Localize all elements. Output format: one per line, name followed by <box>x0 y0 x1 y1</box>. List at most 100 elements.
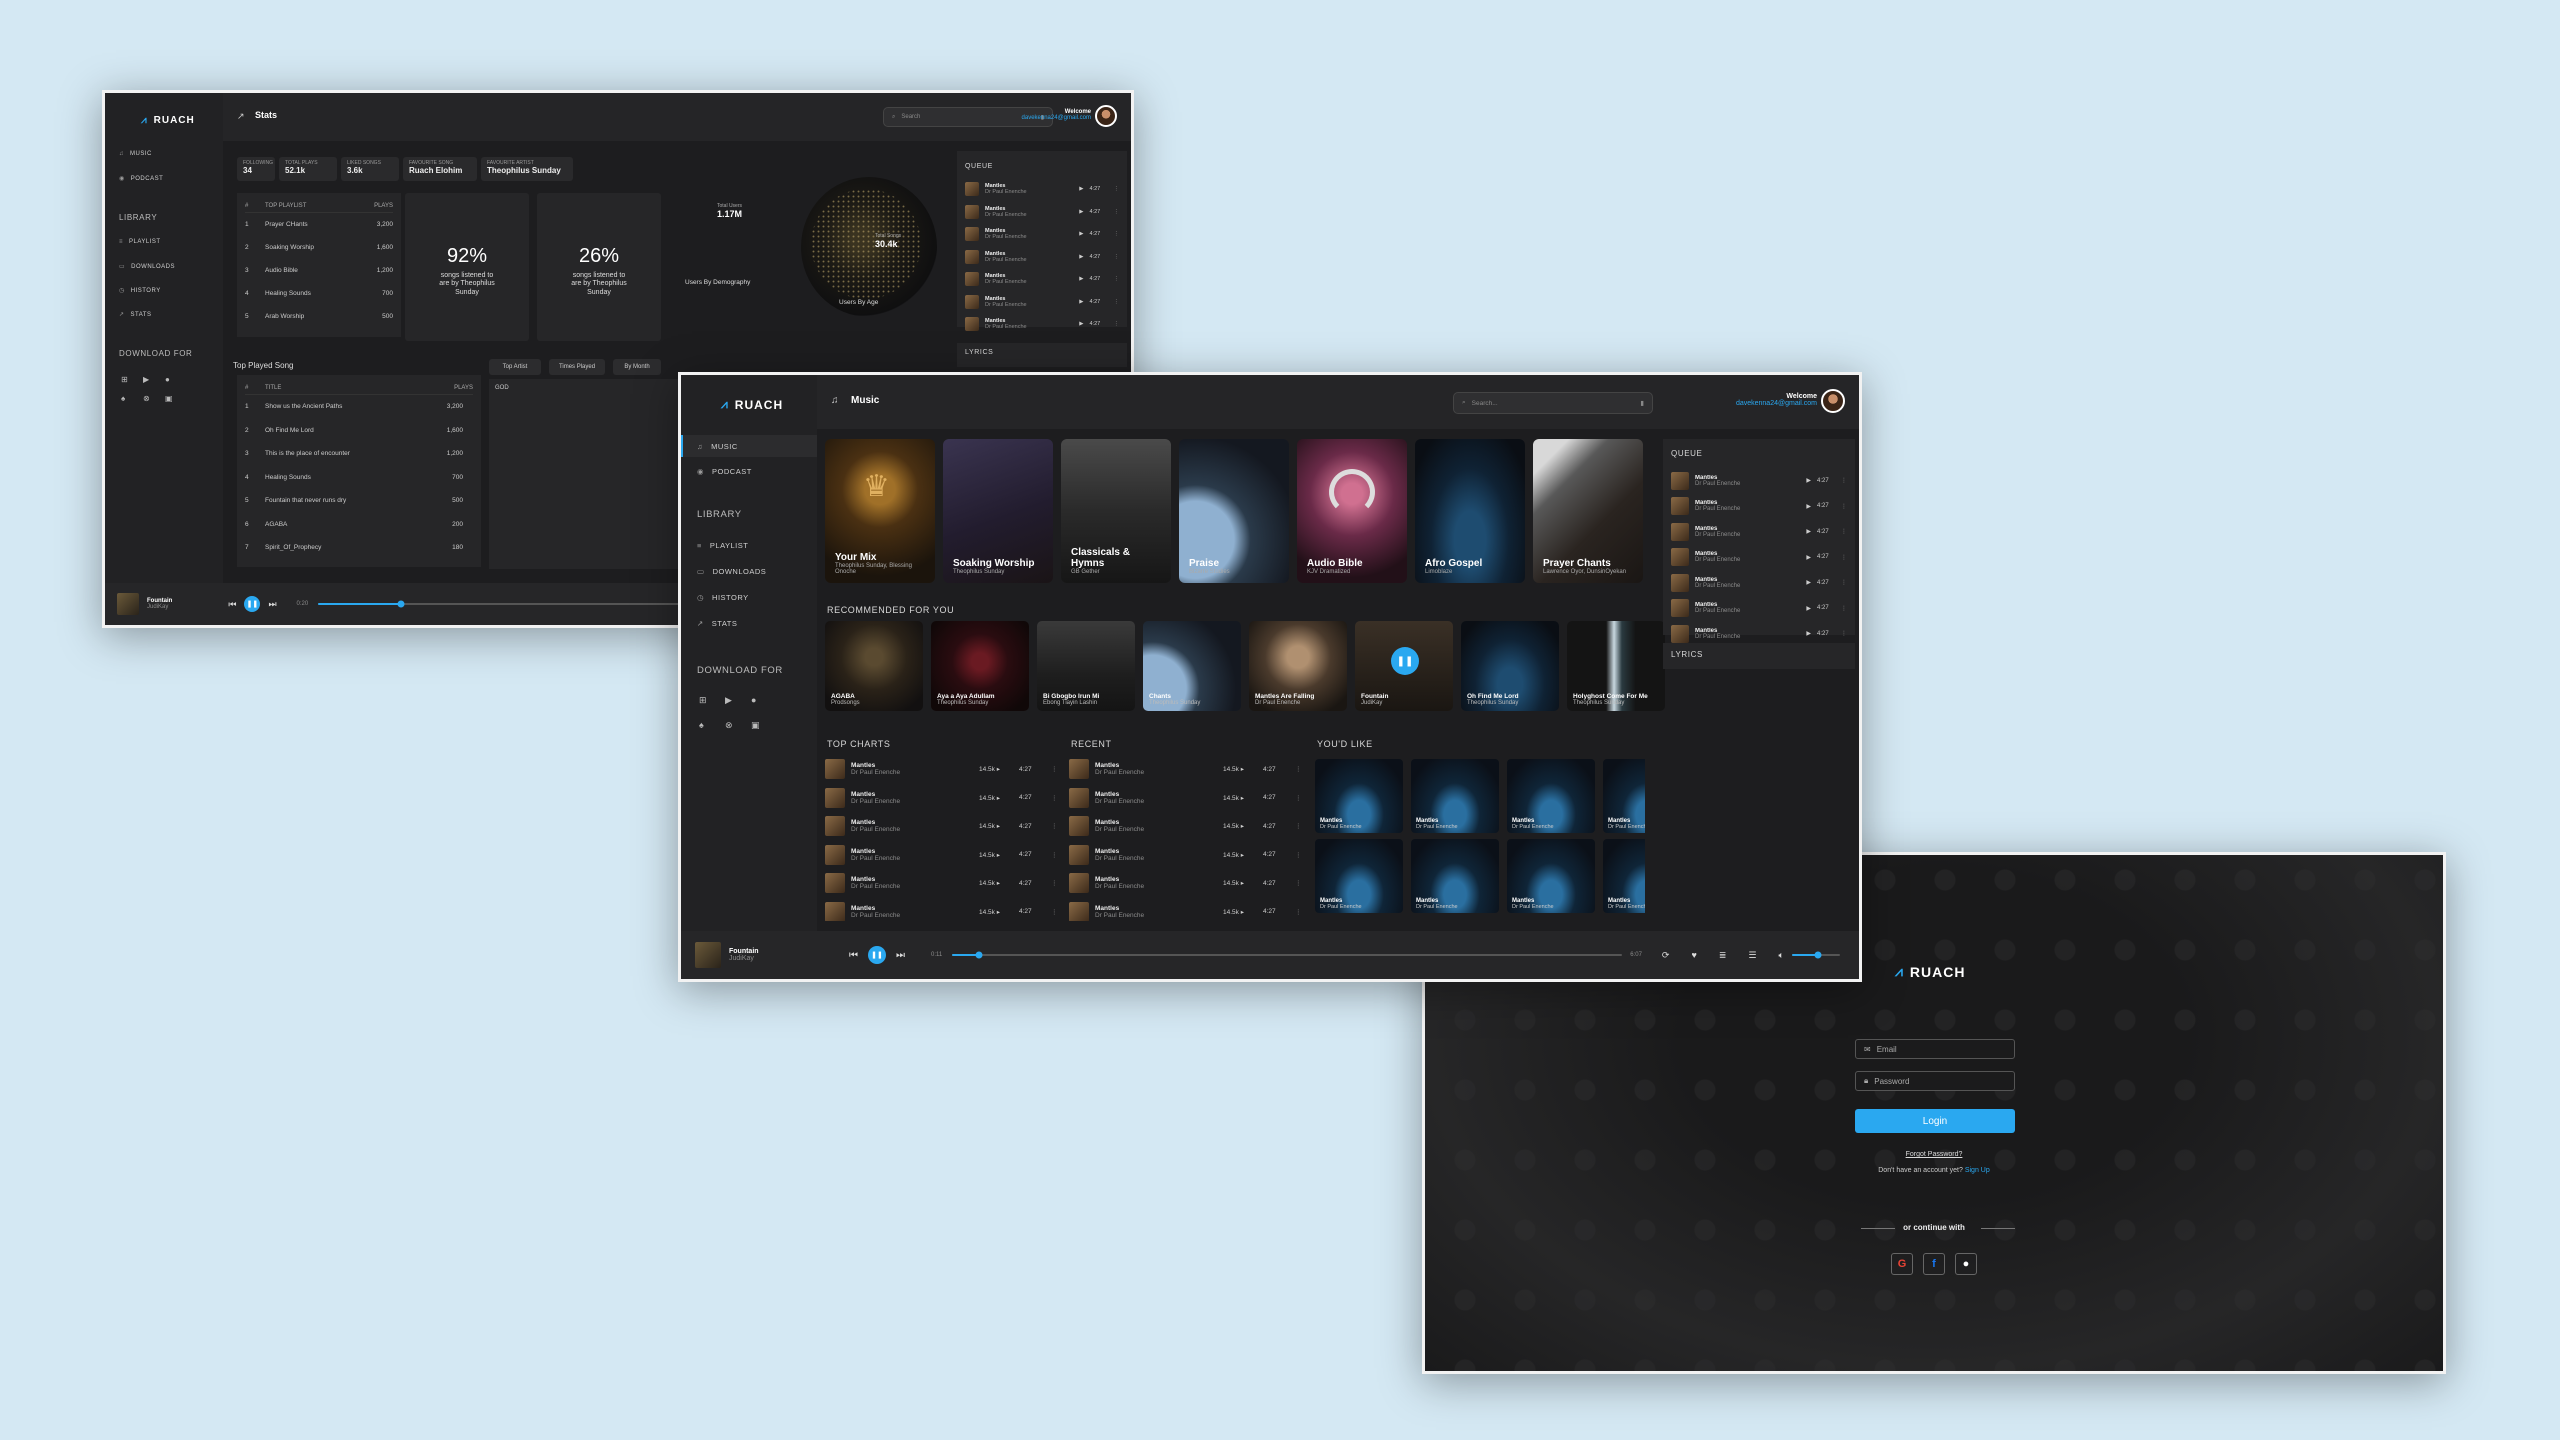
password-field[interactable]: 🔒︎ Password <box>1855 1071 2015 1091</box>
more-icon[interactable]: ⋮ <box>1841 503 1847 510</box>
brand-logo[interactable]: ⩘ RUACH <box>141 115 195 126</box>
xbox-icon[interactable]: ⊗ <box>725 720 751 731</box>
nav-playlist[interactable]: ≡ PLAYLIST <box>119 239 161 245</box>
table-row[interactable]: 5 Arab Worship 500 <box>245 305 393 328</box>
apple-icon[interactable]: ● <box>165 375 187 384</box>
more-icon[interactable]: ⋮ <box>1114 276 1120 282</box>
track-row[interactable]: Mantles Dr Paul Enenche 14.5k ▸ 4:27 ⋮ <box>825 900 1061 921</box>
playlist-card[interactable]: Soaking Worship Theophilus Sunday <box>943 439 1053 583</box>
track-row[interactable]: Mantles Dr Paul Enenche 14.5k ▸ 4:27 ⋮ <box>1069 900 1305 921</box>
more-icon[interactable]: ⋮ <box>1295 794 1305 802</box>
play-icon[interactable]: ▶ <box>1079 321 1083 327</box>
recommended-card[interactable]: Oh Find Me Lord Theophilus Sunday <box>1461 621 1559 711</box>
tab-by-month[interactable]: By Month <box>613 359 661 375</box>
queue-row[interactable]: Mantles Dr Paul Enenche ▶ 4:27 ⋮ <box>1671 570 1847 596</box>
track-row[interactable]: Mantles Dr Paul Enenche 14.5k ▸ 4:27 ⋮ <box>825 814 1061 838</box>
queue-row[interactable]: Mantles Dr Paul Enenche ▶ 4:27 ⋮ <box>965 178 1119 201</box>
table-row[interactable]: 3 This is the place of encounter 1,200 <box>245 442 473 466</box>
track-row[interactable]: Mantles Dr Paul Enenche 14.5k ▸ 4:27 ⋮ <box>1069 871 1305 895</box>
queue-row[interactable]: Mantles Dr Paul Enenche ▶ 4:27 ⋮ <box>1671 468 1847 494</box>
windows-icon[interactable]: ⊞ <box>121 375 143 384</box>
google-play-icon[interactable]: ▶ <box>143 375 165 384</box>
more-icon[interactable]: ⋮ <box>1841 605 1847 612</box>
queue-row[interactable]: Mantles Dr Paul Enenche ▶ 4:27 ⋮ <box>1671 519 1847 545</box>
playlist-card[interactable]: Audio Bible KJV Dramatized <box>1297 439 1407 583</box>
queue-row[interactable]: Mantles Dr Paul Enenche ▶ 4:27 ⋮ <box>965 268 1119 291</box>
tab-top-artist[interactable]: Top Artist <box>489 359 541 375</box>
more-icon[interactable]: ⋮ <box>1114 299 1120 305</box>
nav-playlist[interactable]: ≡ PLAYLIST <box>697 541 748 550</box>
recommended-card[interactable]: Mantles Are Falling Dr Paul Enenche <box>1249 621 1347 711</box>
play-icon[interactable]: ▶ <box>1079 254 1083 260</box>
more-icon[interactable]: ⋮ <box>1051 908 1061 916</box>
more-icon[interactable]: ⋮ <box>1051 879 1061 887</box>
more-icon[interactable]: ⋮ <box>1295 822 1305 830</box>
playstation-icon[interactable]: ♠ <box>121 394 143 403</box>
apple-icon[interactable]: ● <box>1955 1253 1977 1275</box>
nav-stats[interactable]: ↗ STATS <box>119 311 151 319</box>
queue-icon[interactable]: ☰ <box>1748 950 1756 961</box>
play-icon[interactable]: ▶ <box>1806 630 1811 637</box>
recommended-card[interactable]: ❚❚ Fountain JudiKay <box>1355 621 1453 711</box>
progress-knob[interactable] <box>397 600 405 608</box>
table-row[interactable]: 2 Soaking Worship 1,600 <box>245 236 393 259</box>
queue-row[interactable]: Mantles Dr Paul Enenche ▶ 4:27 ⋮ <box>965 246 1119 269</box>
recommended-card[interactable]: Holyghost Come For Me Theophilus Sunday <box>1567 621 1665 711</box>
play-icon[interactable]: ▶ <box>1806 477 1811 484</box>
now-playing-thumb[interactable] <box>695 942 721 968</box>
forgot-password-link[interactable]: Forgot Password? <box>1425 1151 2443 1158</box>
tab-times-played[interactable]: Times Played <box>549 359 605 375</box>
play-icon[interactable]: ▶ <box>1079 209 1083 215</box>
queue-row[interactable]: Mantles Dr Paul Enenche ▶ 4:27 ⋮ <box>965 201 1119 224</box>
users-by-demography[interactable]: Users By Demography <box>685 279 750 286</box>
lyrics-icon[interactable]: ≣ <box>1719 950 1727 961</box>
pause-button[interactable]: ❚❚ <box>244 596 261 612</box>
brand-logo[interactable]: ⩘ RUACH <box>721 397 783 412</box>
apple-icon[interactable]: ● <box>751 695 777 706</box>
volume-knob[interactable] <box>1814 951 1822 959</box>
windows-icon[interactable]: ⊞ <box>699 695 725 706</box>
play-icon[interactable]: ▶ <box>1806 554 1811 561</box>
google-play-icon[interactable]: ▶ <box>725 695 751 706</box>
more-icon[interactable]: ⋮ <box>1051 822 1061 830</box>
play-icon[interactable]: ▶ <box>1079 276 1083 282</box>
login-button[interactable]: Login <box>1855 1109 2015 1133</box>
recommended-thumb[interactable]: MantlesDr Paul Enenche <box>1507 759 1595 833</box>
play-icon[interactable]: ▶ <box>1806 503 1811 510</box>
play-icon[interactable]: ▶ <box>1806 528 1811 535</box>
lyrics-panel[interactable]: LYRICS <box>957 343 1127 367</box>
lyrics-panel[interactable]: LYRICS <box>1663 643 1855 669</box>
mic-icon[interactable]: ▮ <box>1640 399 1644 407</box>
gamepad-icon[interactable]: ▣ <box>165 394 187 403</box>
recommended-card[interactable]: Aya a Aya Adullam Theophilus Sunday <box>931 621 1029 711</box>
recommended-card[interactable]: Bi Gbogbo Irun Mi Ebong Tiayin Lashin <box>1037 621 1135 711</box>
table-row[interactable]: 7 Spirit_Of_Prophecy 180 <box>245 536 473 560</box>
recommended-card[interactable]: Chants Theophilus Sunday <box>1143 621 1241 711</box>
track-row[interactable]: Mantles Dr Paul Enenche 14.5k ▸ 4:27 ⋮ <box>1069 814 1305 838</box>
table-row[interactable]: 5 Fountain that never runs dry 500 <box>245 489 473 513</box>
track-row[interactable]: Mantles Dr Paul Enenche 14.5k ▸ 4:27 ⋮ <box>825 786 1061 810</box>
now-playing-thumb[interactable] <box>117 593 139 615</box>
playlist-card[interactable]: ♛ Your Mix Theophilus Sunday, Blessing On… <box>825 439 935 583</box>
recommended-thumb[interactable]: MantlesDr Paul Enenche <box>1315 839 1403 913</box>
more-icon[interactable]: ⋮ <box>1841 630 1847 637</box>
more-icon[interactable]: ⋮ <box>1295 908 1305 916</box>
more-icon[interactable]: ⋮ <box>1114 321 1120 327</box>
table-row[interactable]: 1 Show us the Ancient Paths 3,200 <box>245 395 473 419</box>
more-icon[interactable]: ⋮ <box>1051 794 1061 802</box>
queue-row[interactable]: Mantles Dr Paul Enenche ▶ 4:27 ⋮ <box>1671 494 1847 520</box>
nav-history[interactable]: ◷ HISTORY <box>119 287 161 295</box>
playlist-card[interactable]: Praise Bizarre Studies <box>1179 439 1289 583</box>
pause-overlay-button[interactable]: ❚❚ <box>1391 647 1419 675</box>
more-icon[interactable]: ⋮ <box>1841 579 1847 586</box>
nav-downloads[interactable]: ▭ DOWNLOADS <box>697 567 766 576</box>
avatar[interactable] <box>1821 389 1845 413</box>
recommended-card[interactable]: AGABA Prodsongs <box>825 621 923 711</box>
table-row[interactable]: 4 Healing Sounds 700 <box>245 466 473 490</box>
more-icon[interactable]: ⋮ <box>1295 765 1305 773</box>
search-input[interactable]: ⌕ Search... ▮ <box>1453 392 1653 414</box>
google-icon[interactable]: G <box>1891 1253 1913 1275</box>
table-row[interactable]: 6 AGABA 200 <box>245 513 473 537</box>
next-icon[interactable]: ⏭ <box>268 599 276 610</box>
avatar[interactable] <box>1095 105 1117 127</box>
